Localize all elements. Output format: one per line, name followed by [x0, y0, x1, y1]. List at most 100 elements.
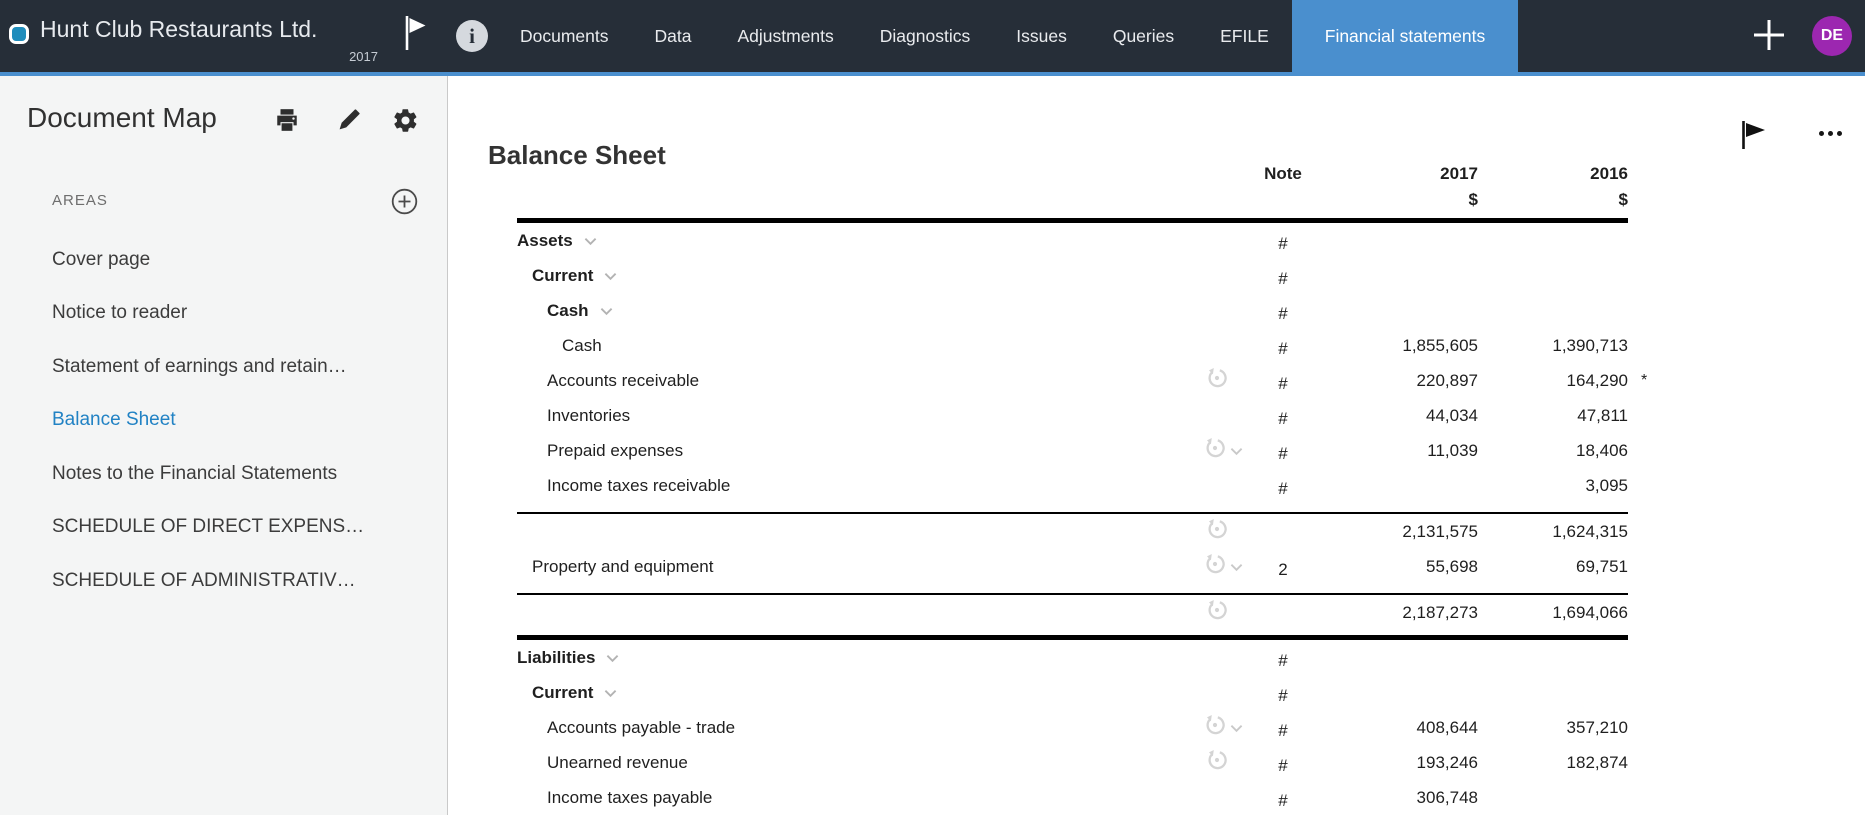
row-label-cell[interactable]: Inventories — [517, 398, 1243, 433]
row-note[interactable]: # — [1243, 479, 1323, 499]
row-note[interactable]: # — [1243, 791, 1323, 811]
row-label-cell[interactable]: Liabilities — [517, 640, 1243, 675]
sidebar-item-balance-sheet[interactable]: Balance Sheet — [0, 394, 447, 448]
chevron-down-icon[interactable] — [1230, 441, 1243, 461]
settings-gear-icon[interactable] — [392, 107, 418, 133]
chevron-down-icon[interactable] — [1230, 557, 1243, 577]
table-row: 2,131,575 1,624,315 — [517, 514, 1658, 549]
nav-tab-documents[interactable]: Documents — [497, 0, 632, 72]
sidebar-item-statement-of-earnings-and-retain[interactable]: Statement of earnings and retain… — [0, 340, 447, 394]
row-value-2016[interactable]: 18,406 — [1478, 441, 1628, 461]
sidebar-item-schedule-of-direct-expens[interactable]: SCHEDULE OF DIRECT EXPENS… — [0, 501, 447, 555]
row-note[interactable]: # — [1243, 686, 1323, 706]
row-value-2017[interactable]: 44,034 — [1323, 406, 1478, 426]
print-icon[interactable] — [274, 107, 300, 133]
row-value-2016[interactable]: 182,874 — [1478, 753, 1628, 773]
edit-icon[interactable] — [337, 107, 363, 133]
engagement-year: 2017 — [40, 49, 378, 64]
row-label-cell[interactable] — [517, 595, 1243, 630]
statement-area: Balance Sheet Note 2017 2016 $ $ Assets … — [449, 76, 1865, 815]
document-flag-icon[interactable] — [1740, 119, 1767, 155]
row-value-2016[interactable]: 69,751 — [1478, 557, 1628, 577]
chevron-down-icon[interactable] — [604, 683, 617, 703]
info-icon[interactable]: i — [456, 20, 488, 52]
sidebar-item-schedule-of-administrativ[interactable]: SCHEDULE OF ADMINISTRATIV… — [0, 554, 447, 608]
chevron-down-icon[interactable] — [606, 648, 619, 668]
row-note[interactable]: # — [1243, 444, 1323, 464]
row-label-cell[interactable]: Income taxes payable — [517, 780, 1243, 815]
row-value-2016[interactable]: 357,210 — [1478, 718, 1628, 738]
revert-icon[interactable] — [1206, 518, 1228, 545]
row-label-cell[interactable]: Property and equipment — [517, 549, 1243, 584]
row-label: Prepaid expenses — [547, 441, 683, 461]
revert-icon[interactable] — [1204, 553, 1226, 580]
row-note[interactable]: # — [1243, 721, 1323, 741]
row-value-2017[interactable]: 55,698 — [1323, 557, 1478, 577]
row-label-cell[interactable]: Income taxes receivable — [517, 468, 1243, 503]
chevron-down-icon[interactable] — [1230, 718, 1243, 738]
chevron-down-icon[interactable] — [584, 231, 597, 251]
nav-tab-financial-statements[interactable]: Financial statements — [1292, 0, 1519, 72]
nav-tab-queries[interactable]: Queries — [1090, 0, 1197, 72]
row-note[interactable]: # — [1243, 756, 1323, 776]
row-label-cell[interactable]: Accounts payable - trade — [517, 710, 1243, 745]
row-note[interactable]: # — [1243, 269, 1323, 289]
row-label-cell[interactable]: Cash — [517, 293, 1243, 328]
row-value-2016[interactable]: 164,290 — [1478, 371, 1628, 391]
row-label-cell[interactable]: Unearned revenue — [517, 745, 1243, 780]
row-label-cell[interactable] — [517, 514, 1243, 549]
row-value-2017[interactable]: 193,246 — [1323, 753, 1478, 773]
row-value-2017[interactable]: 1,855,605 — [1323, 336, 1478, 356]
row-label-cell[interactable]: Accounts receivable — [517, 363, 1243, 398]
row-label-cell[interactable]: Assets — [517, 223, 1243, 258]
row-label-cell[interactable]: Current — [517, 258, 1243, 293]
row-note[interactable]: # — [1243, 339, 1323, 359]
add-area-icon[interactable] — [391, 188, 418, 215]
revert-icon[interactable] — [1204, 437, 1226, 464]
row-value-2016[interactable]: 1,624,315 — [1478, 522, 1628, 542]
more-options-icon[interactable] — [1819, 131, 1842, 136]
sidebar-item-notes-to-the-financial-statements[interactable]: Notes to the Financial Statements — [0, 447, 447, 501]
col-header-note: Note — [1243, 164, 1323, 184]
revert-icon[interactable] — [1206, 599, 1228, 626]
row-note[interactable]: # — [1243, 651, 1323, 671]
nav-tab-adjustments[interactable]: Adjustments — [714, 0, 856, 72]
revert-icon[interactable] — [1204, 714, 1226, 741]
user-avatar[interactable]: DE — [1812, 16, 1852, 56]
revert-icon[interactable] — [1206, 367, 1228, 394]
row-label-cell[interactable]: Prepaid expenses — [517, 433, 1243, 468]
currency-symbol: $ — [1323, 190, 1478, 210]
row-value-2017[interactable]: 220,897 — [1323, 371, 1478, 391]
revert-icon[interactable] — [1206, 749, 1228, 776]
row-value-2016[interactable]: 47,811 — [1478, 406, 1628, 426]
row-value-2017[interactable]: 11,039 — [1323, 441, 1478, 461]
flag-icon[interactable] — [399, 15, 429, 56]
chevron-down-icon[interactable] — [600, 301, 613, 321]
nav-tab-issues[interactable]: Issues — [993, 0, 1090, 72]
sidebar-item-notice-to-reader[interactable]: Notice to reader — [0, 287, 447, 341]
row-value-2017[interactable]: 2,131,575 — [1323, 522, 1478, 542]
chevron-down-icon[interactable] — [604, 266, 617, 286]
nav-tab-diagnostics[interactable]: Diagnostics — [857, 0, 993, 72]
row-label-cell[interactable]: Cash — [517, 328, 1243, 363]
row-value-2016[interactable]: 1,390,713 — [1478, 336, 1628, 356]
row-value-2017[interactable]: 306,748 — [1323, 788, 1478, 808]
row-label-cell[interactable]: Current — [517, 675, 1243, 710]
document-map-sidebar: Document Map AREAS Cover pageNotice to r… — [0, 76, 448, 815]
row-value-2016[interactable]: 1,694,066 — [1478, 603, 1628, 623]
row-value-2017[interactable]: 408,644 — [1323, 718, 1478, 738]
row-note[interactable]: # — [1243, 304, 1323, 324]
currency-symbol: $ — [1478, 190, 1628, 210]
table-row: Current # — [517, 675, 1658, 710]
row-note[interactable]: # — [1243, 374, 1323, 394]
row-note[interactable]: # — [1243, 409, 1323, 429]
row-note[interactable]: 2 — [1243, 560, 1323, 580]
add-button[interactable] — [1751, 17, 1787, 53]
row-value-2017[interactable]: 2,187,273 — [1323, 603, 1478, 623]
sidebar-item-cover-page[interactable]: Cover page — [0, 233, 447, 287]
nav-tab-data[interactable]: Data — [632, 0, 715, 72]
row-value-2016[interactable]: 3,095 — [1478, 476, 1628, 496]
row-note[interactable]: # — [1243, 234, 1323, 254]
nav-tab-efile[interactable]: EFILE — [1197, 0, 1292, 72]
table-row: Cash # 1,855,605 1,390,713 — [517, 328, 1658, 363]
